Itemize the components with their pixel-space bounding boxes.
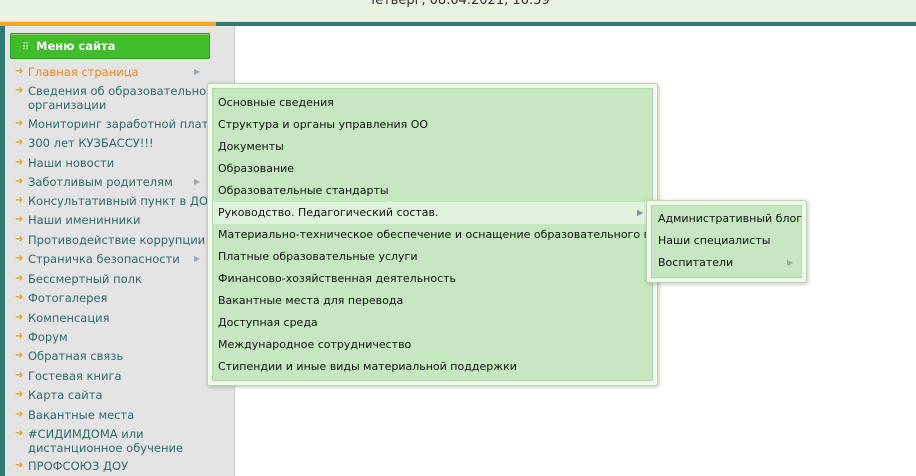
sidebar-item-label: Вакантные места bbox=[28, 408, 135, 422]
arrow-bullet-icon: ➜ bbox=[15, 195, 24, 206]
sidebar-item-label: Бессмертный полк bbox=[28, 272, 142, 286]
arrow-bullet-icon: ➜ bbox=[15, 157, 24, 168]
sidebar-item-label: Обратная связь bbox=[28, 349, 124, 363]
site-menu-header: ⠿ Меню сайта bbox=[10, 33, 210, 59]
arrow-bullet-icon: ➜ bbox=[15, 234, 24, 245]
dropdown-item-label: Материально-техническое обеспечение и ос… bbox=[218, 228, 698, 241]
dropdown-item-label: Документы bbox=[218, 140, 284, 153]
submenu-item-educators[interactable]: Воспитатели ▶ bbox=[652, 252, 801, 274]
sidebar-item-label: Заботливым родителям bbox=[28, 175, 173, 189]
dropdown-item-international[interactable]: Международное сотрудничество bbox=[213, 334, 652, 356]
arrow-bullet-icon: ➜ bbox=[15, 350, 24, 361]
submenu-item-label: Наши специалисты bbox=[658, 234, 771, 247]
dropdown-item-label: Образовательные стандарты bbox=[218, 184, 389, 197]
sidebar-item-label: Гостевая книга bbox=[28, 369, 122, 383]
arrow-bullet-icon: ➜ bbox=[15, 273, 24, 284]
sidebar-item-label: Сведения об образовательной организации bbox=[28, 84, 214, 112]
sidebar-item-label: Страничка безопасности bbox=[28, 252, 180, 266]
dropdown-item-education[interactable]: Образование bbox=[213, 158, 652, 180]
staff-submenu: Административный блог Наши специалисты В… bbox=[646, 200, 807, 283]
dropdown-item-structure[interactable]: Структура и органы управления ОО bbox=[213, 114, 652, 136]
chevron-right-icon: ▶ bbox=[194, 254, 201, 263]
arrow-bullet-icon: ➜ bbox=[15, 389, 24, 400]
arrow-bullet-icon: ➜ bbox=[15, 214, 24, 225]
sidebar-item-label: Наши именинники bbox=[28, 213, 141, 227]
submenu-item-admin-blog[interactable]: Административный блог bbox=[652, 208, 802, 230]
arrow-bullet-icon: ➜ bbox=[15, 66, 24, 77]
dropdown-item-documents[interactable]: Документы bbox=[213, 136, 652, 158]
dropdown-item-label: Стипендии и иные виды материальной подде… bbox=[218, 360, 517, 373]
dropdown-item-standards[interactable]: Образовательные стандарты bbox=[213, 180, 652, 202]
arrow-bullet-icon: ➜ bbox=[15, 85, 24, 96]
grip-icon: ⠿ bbox=[22, 42, 30, 53]
site-menu-title: Меню сайта bbox=[36, 39, 116, 53]
sidebar-item-label: Карта сайта bbox=[28, 388, 103, 402]
dropdown-item-label: Платные образовательные услуги bbox=[218, 250, 418, 263]
submenu-item-specialists[interactable]: Наши специалисты bbox=[652, 230, 801, 252]
dropdown-item-scholarships[interactable]: Стипендии и иные виды материальной подде… bbox=[213, 356, 652, 378]
chevron-right-icon: ▶ bbox=[194, 177, 201, 186]
arrow-bullet-icon: ➜ bbox=[15, 253, 24, 264]
sidebar-item-label: Противодействие коррупции bbox=[28, 233, 206, 247]
dropdown-item-accessibility[interactable]: Доступная среда bbox=[213, 312, 652, 334]
dropdown-item-facilities[interactable]: Материально-техническое обеспечение и ос… bbox=[213, 224, 698, 246]
top-date-bar: Четверг, 08.04.2021, 16:59 bbox=[0, 0, 916, 22]
arrow-bullet-icon: ➜ bbox=[15, 460, 24, 471]
current-date: Четверг, 08.04.2021, 16:59 bbox=[366, 0, 550, 8]
sidebar-item-label: Фотогалерея bbox=[28, 291, 108, 305]
dropdown-item-finance[interactable]: Финансово-хозяйственная деятельность bbox=[213, 268, 652, 290]
arrow-bullet-icon: ➜ bbox=[15, 176, 24, 187]
submenu-list: Административный блог Наши специалисты В… bbox=[651, 205, 802, 278]
arrow-bullet-icon: ➜ bbox=[15, 428, 24, 439]
dropdown-item-label: Образование bbox=[218, 162, 295, 175]
dropdown-item-label: Доступная среда bbox=[218, 316, 318, 329]
dropdown-item-label: Финансово-хозяйственная деятельность bbox=[218, 272, 457, 285]
arrow-bullet-icon: ➜ bbox=[15, 370, 24, 381]
dropdown-item-label: Вакантные места для перевода bbox=[218, 294, 404, 307]
chevron-right-icon: ▶ bbox=[194, 67, 201, 76]
sidebar-item-label: #СИДИМДОМА или дистанционное обучение bbox=[28, 427, 184, 455]
sidebar-item-label: Главная страница bbox=[28, 65, 139, 79]
submenu-item-label: Воспитатели bbox=[658, 256, 734, 269]
arrow-bullet-icon: ➜ bbox=[15, 312, 24, 323]
dropdown-item-label: Международное сотрудничество bbox=[218, 338, 412, 351]
sidebar-item-label: ПРОФСОЮЗ ДОУ bbox=[28, 459, 129, 473]
header-stripe-teal bbox=[216, 22, 916, 26]
sidebar-item-label: Консультативный пункт в ДОУ bbox=[28, 194, 214, 208]
dropdown-item-basic-info[interactable]: Основные сведения bbox=[213, 92, 652, 114]
sidebar-item-label: Наши новости bbox=[28, 156, 115, 170]
arrow-bullet-icon: ➜ bbox=[15, 409, 24, 420]
dropdown-item-staff[interactable]: Руководство. Педагогический состав. ▶ bbox=[213, 202, 652, 224]
dropdown-item-paid-services[interactable]: Платные образовательные услуги bbox=[213, 246, 652, 268]
dropdown-item-label: Руководство. Педагогический состав. bbox=[218, 206, 439, 219]
org-info-dropdown: Основные сведения Структура и органы упр… bbox=[207, 83, 698, 386]
sidebar-item-label: 300 лет КУЗБАССУ!!! bbox=[28, 136, 154, 150]
chevron-right-icon: ▶ bbox=[637, 208, 644, 217]
arrow-bullet-icon: ➜ bbox=[15, 292, 24, 303]
sidebar-item-label: Форум bbox=[28, 330, 68, 344]
sidebar-item-label: Мониторинг заработной платы bbox=[28, 117, 214, 131]
sidebar-item-label: Компенсация bbox=[28, 311, 110, 325]
dropdown-item-transfer-vacancies[interactable]: Вакантные места для перевода bbox=[213, 290, 652, 312]
chevron-right-icon: ▶ bbox=[787, 258, 794, 267]
dropdown-item-label: Основные сведения bbox=[218, 96, 334, 109]
arrow-bullet-icon: ➜ bbox=[15, 331, 24, 342]
dropdown-list: Основные сведения Структура и органы упр… bbox=[212, 88, 698, 381]
dropdown-item-label: Структура и органы управления ОО bbox=[218, 118, 429, 131]
submenu-item-label: Административный блог bbox=[658, 212, 802, 225]
arrow-bullet-icon: ➜ bbox=[15, 118, 24, 129]
arrow-bullet-icon: ➜ bbox=[15, 137, 24, 148]
